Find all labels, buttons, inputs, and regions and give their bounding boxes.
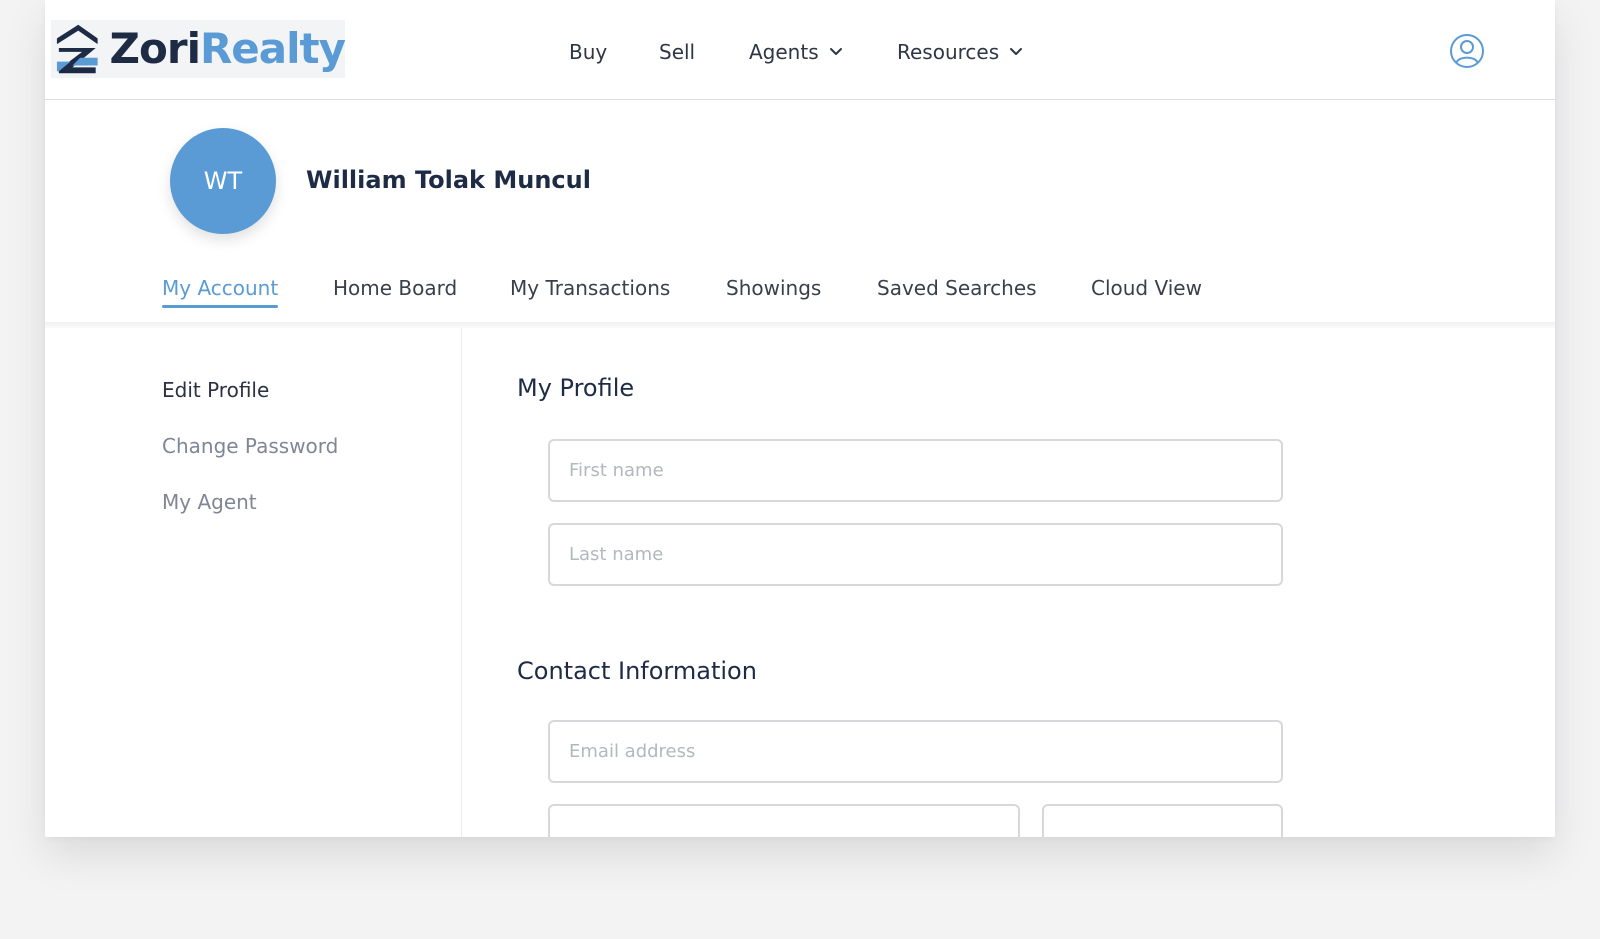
avatar-initials: WT bbox=[203, 167, 243, 195]
user-full-name: William Tolak Muncul bbox=[306, 166, 591, 194]
tab-my-account[interactable]: My Account bbox=[162, 276, 279, 308]
tab-showings[interactable]: Showings bbox=[726, 276, 821, 300]
logo-mark-icon bbox=[56, 24, 98, 74]
user-circle-icon[interactable] bbox=[1449, 33, 1485, 69]
section-title-contact-information: Contact Information bbox=[517, 657, 757, 685]
logo-text-realty: Realty bbox=[199, 24, 346, 73]
nav-item-resources[interactable]: Resources bbox=[897, 40, 1023, 64]
last-name-field[interactable] bbox=[548, 523, 1283, 586]
tab-cloud-view[interactable]: Cloud View bbox=[1091, 276, 1202, 300]
top-navigation-bar: ZoriRealty Buy Sell Agents Resources bbox=[45, 0, 1555, 100]
email-field[interactable] bbox=[548, 720, 1283, 783]
tab-saved-searches[interactable]: Saved Searches bbox=[877, 276, 1037, 300]
sidebar-item-my-agent[interactable]: My Agent bbox=[162, 490, 257, 514]
logo-wordmark: ZoriRealty bbox=[109, 20, 346, 78]
sidebar-item-change-password[interactable]: Change Password bbox=[162, 434, 338, 458]
tab-my-transactions[interactable]: My Transactions bbox=[510, 276, 670, 300]
nav-item-buy[interactable]: Buy bbox=[569, 40, 607, 64]
nav-item-agents[interactable]: Agents bbox=[749, 40, 843, 64]
chevron-down-icon bbox=[829, 48, 842, 55]
tab-home-board[interactable]: Home Board bbox=[333, 276, 457, 300]
account-sidebar: Edit Profile Change Password My Agent bbox=[45, 328, 462, 837]
nav-item-label: Agents bbox=[749, 40, 819, 64]
contact-field-b[interactable] bbox=[1042, 804, 1283, 837]
nav-item-label: Resources bbox=[897, 40, 1000, 64]
logo-text-zori: Zori bbox=[109, 24, 201, 73]
contact-field-a[interactable] bbox=[548, 804, 1020, 837]
sidebar-item-edit-profile[interactable]: Edit Profile bbox=[162, 378, 269, 402]
nav-item-label: Buy bbox=[569, 40, 608, 64]
chevron-down-icon bbox=[1010, 48, 1023, 55]
app-window: ZoriRealty Buy Sell Agents Resources WT … bbox=[45, 0, 1555, 837]
first-name-field[interactable] bbox=[548, 439, 1283, 502]
nav-item-label: Sell bbox=[659, 40, 696, 64]
avatar[interactable]: WT bbox=[170, 128, 276, 234]
section-title-my-profile: My Profile bbox=[517, 374, 635, 402]
zorirealty-logo[interactable]: ZoriRealty bbox=[51, 20, 346, 78]
nav-item-sell[interactable]: Sell bbox=[659, 40, 695, 64]
account-tabs: My Account Home Board My Transactions Sh… bbox=[45, 270, 1555, 322]
